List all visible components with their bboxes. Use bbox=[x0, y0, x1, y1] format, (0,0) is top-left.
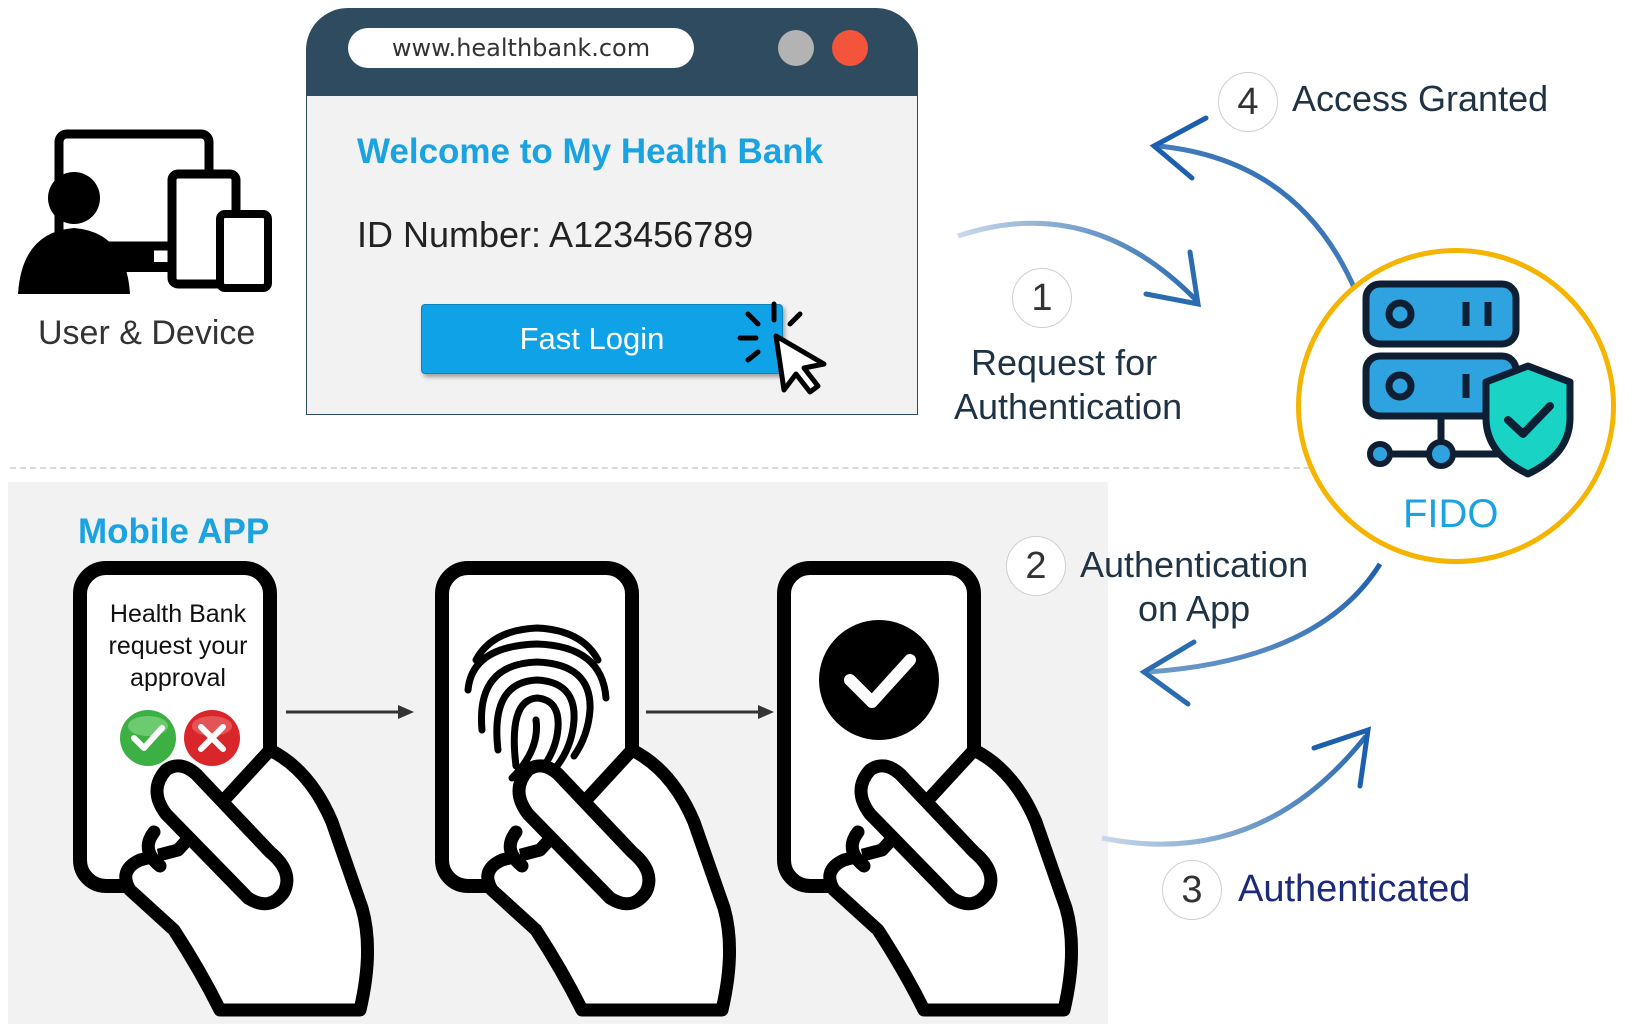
step-1-number: 1 bbox=[1012, 268, 1072, 328]
step-2-label-line2: on App bbox=[1138, 588, 1251, 629]
check-circle-icon bbox=[819, 620, 939, 740]
hand-phone-icon bbox=[823, 743, 1079, 1017]
step-4-number: 4 bbox=[1218, 72, 1278, 132]
hand-phone-icon bbox=[481, 743, 737, 1017]
step-3-label: Authenticated bbox=[1238, 868, 1471, 910]
step-4-label: Access Granted bbox=[1292, 78, 1549, 119]
step-1-label-line1: Request for bbox=[971, 342, 1158, 383]
hand-phone-icon bbox=[119, 743, 375, 1017]
reject-icon[interactable] bbox=[182, 708, 242, 768]
arrow-request bbox=[957, 220, 1198, 302]
step-2-label-line1: Authentication bbox=[1080, 544, 1309, 585]
fido-label: FIDO bbox=[1403, 492, 1499, 536]
shield-check-icon bbox=[1482, 362, 1574, 478]
approval-request-text: Health Bank request your approval bbox=[108, 600, 248, 692]
step-1-label-line2: Authentication bbox=[954, 386, 1183, 427]
arrow-access bbox=[1157, 143, 1359, 293]
phone-fingerprint bbox=[435, 561, 737, 1017]
step-3-number: 3 bbox=[1162, 860, 1222, 920]
approve-icon[interactable] bbox=[118, 708, 178, 768]
arrow-authenticated bbox=[1101, 734, 1368, 847]
mobile-app-title: Mobile APP bbox=[78, 512, 270, 551]
phone-verified bbox=[777, 561, 1079, 1017]
